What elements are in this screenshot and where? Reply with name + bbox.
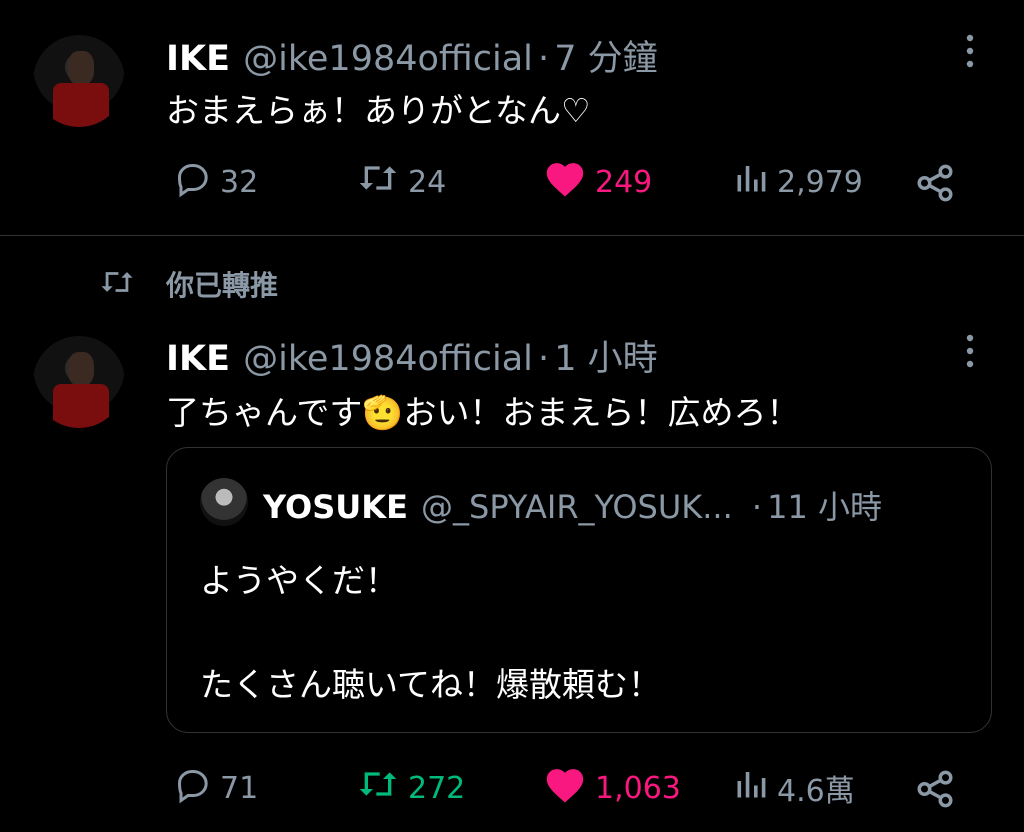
- quoted-header: YOSUKE @_SPYAIR_YOSUK... · 11 小時: [263, 482, 882, 528]
- share-icon[interactable]: [914, 162, 956, 204]
- views-button[interactable]: 2,979: [733, 160, 863, 204]
- like-button[interactable]: 249: [543, 160, 652, 204]
- like-count: 249: [595, 164, 653, 200]
- views-icon: [733, 158, 777, 206]
- more-icon[interactable]: [958, 32, 982, 70]
- avatar[interactable]: [33, 35, 125, 127]
- author-name[interactable]: IKE: [166, 39, 230, 79]
- tweet-header: IKE @ike1984official · 7 分鐘: [166, 30, 658, 81]
- author-handle[interactable]: @ike1984official: [243, 39, 533, 79]
- divider: [0, 235, 1024, 236]
- avatar-shirt: [53, 83, 109, 127]
- quoted-avatar[interactable]: [200, 478, 248, 526]
- more-icon[interactable]: [958, 332, 982, 370]
- retweet-icon: [98, 265, 136, 303]
- reply-count: 71: [220, 770, 259, 806]
- quoted-author-handle: @_SPYAIR_YOSUK...: [421, 488, 733, 526]
- avatar-face: [68, 51, 94, 85]
- retweet-icon: [356, 158, 408, 206]
- retweet-button[interactable]: 272: [356, 766, 465, 810]
- tweet-text: おまえらぁ！ありがとなん♡: [166, 91, 591, 130]
- like-button[interactable]: 1,063: [543, 766, 681, 810]
- time-separator: ·: [538, 339, 550, 379]
- time-separator: ·: [751, 488, 763, 526]
- tweet-time[interactable]: 1 小時: [554, 339, 657, 379]
- like-icon: [543, 158, 595, 206]
- quoted-text-line1: ようやくだ！: [200, 561, 398, 600]
- views-icon: [733, 764, 777, 812]
- retweet-count: 272: [408, 770, 466, 806]
- retweet-button[interactable]: 24: [356, 160, 446, 204]
- author-handle[interactable]: @ike1984official: [243, 339, 533, 379]
- share-icon[interactable]: [914, 768, 956, 810]
- views-count: 2,979: [777, 164, 863, 200]
- tweet-text: 了ちゃんです🫡おい！おまえら！広めろ！: [166, 393, 800, 432]
- retweet-count: 24: [408, 164, 447, 200]
- views-button[interactable]: 4.6萬: [733, 766, 855, 810]
- like-count: 1,063: [595, 770, 681, 806]
- quoted-tweet[interactable]: YOSUKE @_SPYAIR_YOSUK... · 11 小時 ようやくだ！ …: [166, 447, 992, 733]
- reply-icon: [172, 158, 220, 206]
- time-separator: ·: [538, 39, 550, 79]
- retweeted-indicator: 你已轉推: [98, 264, 278, 304]
- views-count: 4.6萬: [777, 774, 855, 809]
- reply-button[interactable]: 71: [172, 766, 258, 810]
- quoted-author-name: YOSUKE: [263, 488, 408, 526]
- avatar[interactable]: [33, 336, 125, 428]
- retweet-icon: [356, 764, 408, 812]
- tweet-header: IKE @ike1984official · 1 小時: [166, 330, 658, 381]
- quoted-time: 11 小時: [767, 488, 883, 526]
- quoted-text-line2: たくさん聴いてね！爆散頼む！: [200, 665, 662, 704]
- avatar-face: [68, 352, 94, 386]
- avatar-shirt: [53, 384, 109, 428]
- like-icon: [543, 764, 595, 812]
- author-name[interactable]: IKE: [166, 339, 230, 379]
- retweeted-label: 你已轉推: [166, 269, 279, 302]
- reply-count: 32: [220, 164, 259, 200]
- reply-button[interactable]: 32: [172, 160, 258, 204]
- tweet-time[interactable]: 7 分鐘: [554, 39, 657, 79]
- reply-icon: [172, 764, 220, 812]
